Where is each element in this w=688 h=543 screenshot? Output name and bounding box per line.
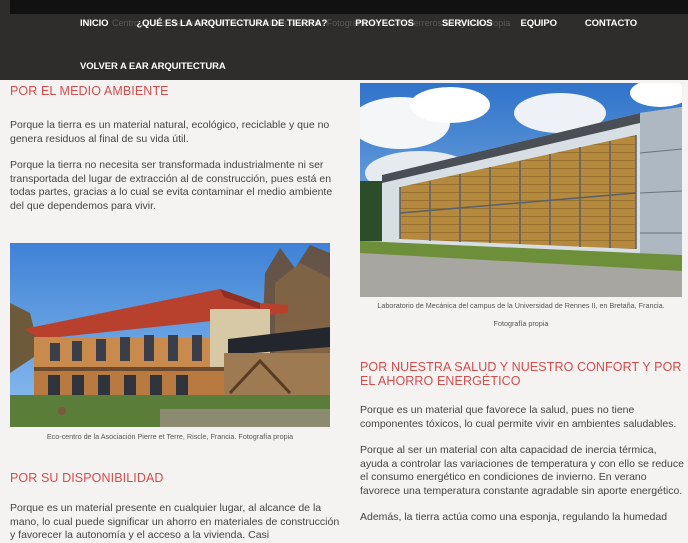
eco-centro-photo [10, 243, 330, 427]
heading-medio-ambiente: POR EL MEDIO AMBIENTE [10, 84, 169, 98]
heading-salud-confort: POR NUESTRA SALUD Y NUESTRO CONFORT Y PO… [360, 360, 682, 388]
main-menu: Inicio ¿Qué es la arquitectura de tierra… [80, 18, 665, 29]
left-column: POR EL MEDIO AMBIENTE Porque la tierra e… [10, 80, 340, 213]
nav-servicios[interactable]: Servicios [442, 18, 493, 29]
nav-que-es[interactable]: ¿Qué es la arquitectura de tierra? [136, 18, 327, 29]
availability-section: POR SU DISPONIBILIDAD Porque es un mater… [10, 471, 340, 543]
paragraph-material-natural: Porque la tierra es un material natural,… [10, 119, 330, 145]
paragraph-salud: Porque es un material que favorece la sa… [360, 404, 677, 430]
laboratorio-photo [360, 83, 682, 297]
laboratorio-caption-line2: Fotografía propia [493, 319, 549, 328]
health-section: POR NUESTRA SALUD Y NUESTRO CONFORT Y PO… [360, 360, 688, 525]
nav-volver[interactable]: Volver a EAR Arquitectura [80, 61, 226, 72]
nav-proyectos[interactable]: Proyectos [355, 18, 414, 29]
laboratorio-caption: Laboratorio de Mecánica del campus de la… [360, 298, 682, 332]
paragraph-disponibilidad: Porque es un material presente en cualqu… [10, 502, 340, 541]
paragraph-inercia-termica: Porque al ser un material con alta capac… [360, 444, 684, 497]
paragraph-humedad: Además, la tierra actúa como una esponja… [360, 511, 668, 523]
header-strip [10, 0, 688, 14]
secondary-menu: Volver a EAR Arquitectura [80, 56, 226, 74]
paragraph-sin-transformacion: Porque la tierra no necesita ser transfo… [10, 159, 333, 212]
top-navigation-bar: Centro de arquitectura de tierra en Mont… [0, 0, 688, 80]
eco-centro-caption: Eco-centro de la Asociación Pierre et Te… [46, 432, 294, 441]
laboratorio-caption-line1: Laboratorio de Mecánica del campus de la… [377, 301, 665, 310]
nav-contacto[interactable]: Contacto [585, 18, 637, 29]
nav-inicio[interactable]: Inicio [80, 18, 109, 29]
nav-equipo[interactable]: Equipo [521, 18, 557, 29]
heading-disponibilidad: POR SU DISPONIBILIDAD [10, 471, 164, 485]
